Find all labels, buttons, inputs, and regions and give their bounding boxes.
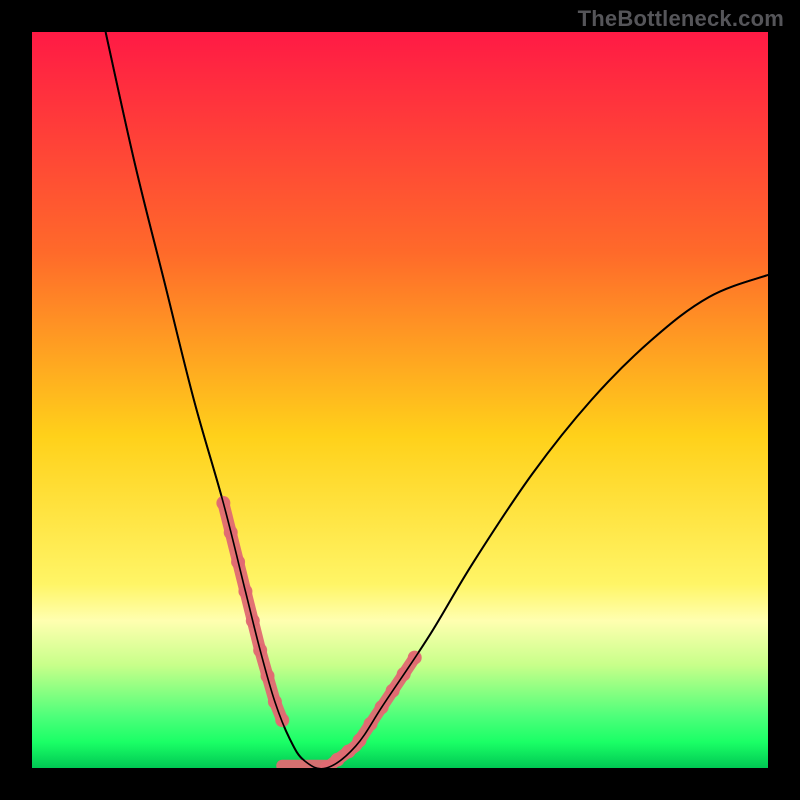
gradient-background [32,32,768,768]
chart-stage: TheBottleneck.com [0,0,800,800]
watermark-text: TheBottleneck.com [578,6,784,32]
highlight-dot [341,744,355,758]
bottleneck-chart [32,32,768,768]
